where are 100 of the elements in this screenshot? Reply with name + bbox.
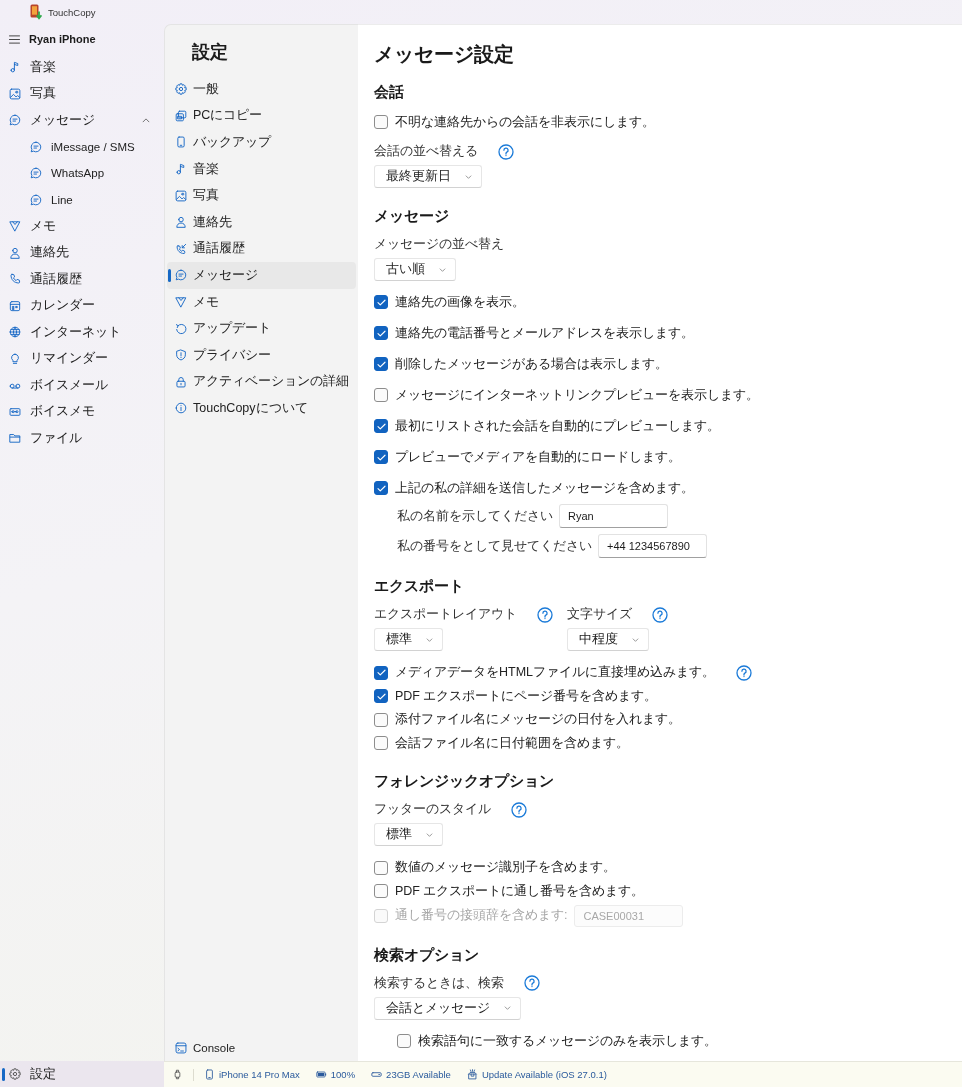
section-heading: フォレンジックオプション — [374, 771, 555, 791]
sidebar-item[interactable]: iMessage / SMS — [0, 133, 162, 160]
checkmark-icon — [376, 329, 386, 337]
checkbox[interactable] — [374, 712, 388, 727]
settings-nav-item[interactable]: 一般 — [167, 76, 356, 103]
sidebar-item[interactable]: リマインダー — [0, 345, 162, 372]
app-name: TouchCopy — [48, 6, 96, 18]
checkbox[interactable] — [374, 419, 388, 433]
settings-icon — [175, 83, 187, 96]
sidebar-item[interactable]: 音楽 — [0, 54, 162, 81]
sidebar-item[interactable]: ファイル — [0, 425, 162, 452]
sidebar-item[interactable]: メモ — [0, 213, 162, 240]
calendar-icon — [9, 299, 21, 312]
dropdown[interactable]: 最終更新日 — [374, 165, 482, 188]
sidebar-item[interactable]: 設定 — [0, 1061, 164, 1087]
checkbox-label: メディアデータをHTMLファイルに直接埋め込みます。 — [395, 664, 716, 681]
smartphone-icon — [204, 1069, 215, 1080]
phone-handset-icon — [9, 273, 21, 286]
help-icon[interactable] — [524, 975, 540, 991]
sidebar-item[interactable]: 写真 — [0, 80, 162, 107]
settings-nav-item[interactable]: アップデート — [167, 315, 356, 342]
sidebar-item[interactable]: 連絡先 — [0, 239, 162, 266]
chat-bubble-icon — [30, 193, 42, 206]
phone-arrow-icon — [175, 242, 187, 255]
settings-nav-item[interactable]: アクティベーションの詳細 — [167, 368, 356, 396]
checkmark-icon — [376, 360, 386, 368]
settings-nav-item[interactable]: 写真 — [167, 182, 356, 209]
section-heading: エクスポート — [374, 576, 465, 596]
checkbox-label: PDF エクスポートにページ番号を含めます。 — [395, 687, 658, 705]
checkbox[interactable] — [374, 860, 388, 875]
sidebar-item[interactable]: Line — [0, 186, 162, 213]
music-note-icon — [175, 163, 187, 176]
sidebar-item[interactable]: インターネット — [0, 319, 162, 346]
chevron-down-icon — [439, 267, 446, 272]
chat-bubble-icon — [9, 114, 21, 127]
sidebar-item[interactable]: WhatsApp — [0, 160, 162, 187]
checkbox-label: 通し番号の接頭辞を含めます: — [395, 907, 568, 924]
checkbox[interactable] — [374, 326, 388, 340]
dropdown-label: メッセージの並べ替え — [374, 236, 504, 253]
settings-nav-item[interactable]: PCにコピー — [167, 102, 356, 130]
help-icon[interactable] — [511, 801, 527, 818]
help-icon[interactable] — [498, 143, 514, 160]
checkbox[interactable] — [374, 295, 388, 309]
sidebar-item[interactable]: メッセージ — [0, 107, 162, 134]
chevron-down-icon — [504, 1006, 511, 1010]
settings-nav-item[interactable]: バックアップ — [167, 129, 356, 156]
checkbox-label: 連絡先の電話番号とメールアドレスを表示します。 — [395, 324, 694, 342]
sidebar-item[interactable]: ボイスメモ — [0, 398, 162, 425]
sidebar-item[interactable]: カレンダー — [0, 292, 162, 319]
refresh-icon — [175, 322, 187, 335]
checkbox[interactable] — [374, 450, 388, 464]
checkbox[interactable] — [374, 388, 388, 402]
menu-icon[interactable] — [9, 34, 20, 44]
checkbox[interactable] — [374, 481, 388, 495]
dropdown[interactable]: 中程度 — [567, 628, 649, 651]
dropdown[interactable]: 標準 — [374, 628, 443, 651]
status-text: 100% — [330, 1069, 356, 1080]
text-field[interactable]: Ryan — [559, 504, 668, 528]
dropdown[interactable]: 会話とメッセージ — [374, 996, 521, 1020]
battery-icon — [315, 1069, 327, 1080]
checkbox-label: 添付ファイル名にメッセージの日付を入れます。 — [395, 711, 681, 728]
terminal-icon — [175, 1041, 187, 1054]
sidebar-item[interactable]: 通話履歴 — [0, 266, 162, 293]
checkbox[interactable] — [374, 736, 388, 750]
checkbox-label: 不明な連絡先からの会話を非表示にします。 — [395, 113, 655, 131]
checkbox[interactable] — [374, 357, 388, 371]
settings-nav-item[interactable]: 連絡先 — [167, 208, 356, 236]
checkbox[interactable] — [397, 1034, 411, 1048]
field-label: 私の番号をとして見せてください — [397, 537, 592, 555]
dropdown[interactable]: 古い順 — [374, 258, 456, 281]
chevron-up-icon[interactable] — [142, 117, 150, 123]
dropdown[interactable]: 標準 — [374, 823, 443, 846]
console-button[interactable]: Console — [167, 1034, 356, 1061]
help-icon[interactable] — [537, 606, 553, 623]
help-icon[interactable] — [652, 606, 668, 623]
help-icon[interactable] — [736, 664, 753, 681]
picture-icon — [175, 189, 187, 202]
chat-bubble-icon — [175, 269, 187, 282]
checkbox[interactable] — [374, 884, 388, 898]
settings-nav-item[interactable]: プライバシー — [167, 341, 356, 369]
sidebar-item[interactable]: ボイスメール — [0, 372, 162, 399]
package-icon — [466, 1069, 478, 1080]
dropdown-label: 検索するときは、検索 — [374, 974, 504, 992]
settings-nav-item[interactable]: TouchCopyについて — [167, 395, 356, 422]
settings-nav-item[interactable]: メッセージ — [167, 262, 356, 289]
checkbox-label: 連絡先の画像を表示。 — [395, 293, 525, 311]
checkbox[interactable] — [374, 689, 388, 703]
settings-nav-item[interactable]: メモ — [167, 288, 356, 316]
checkmark-icon — [376, 453, 386, 461]
section-heading: 会話 — [374, 82, 405, 102]
settings-nav-item[interactable]: 音楽 — [167, 155, 356, 183]
shield-icon — [175, 349, 187, 362]
checkbox-label: メッセージにインターネットリンクプレビューを表示します。 — [395, 386, 759, 404]
checkmark-icon — [376, 298, 386, 306]
settings-nav-item[interactable]: 通話履歴 — [167, 235, 356, 263]
text-field[interactable]: +44 1234567890 — [598, 534, 707, 558]
status-text: Update Available (iOS 27.0.1) — [481, 1069, 607, 1080]
checkbox[interactable] — [374, 115, 388, 129]
checkbox[interactable] — [374, 665, 388, 680]
chat-bubble-icon — [30, 167, 42, 180]
